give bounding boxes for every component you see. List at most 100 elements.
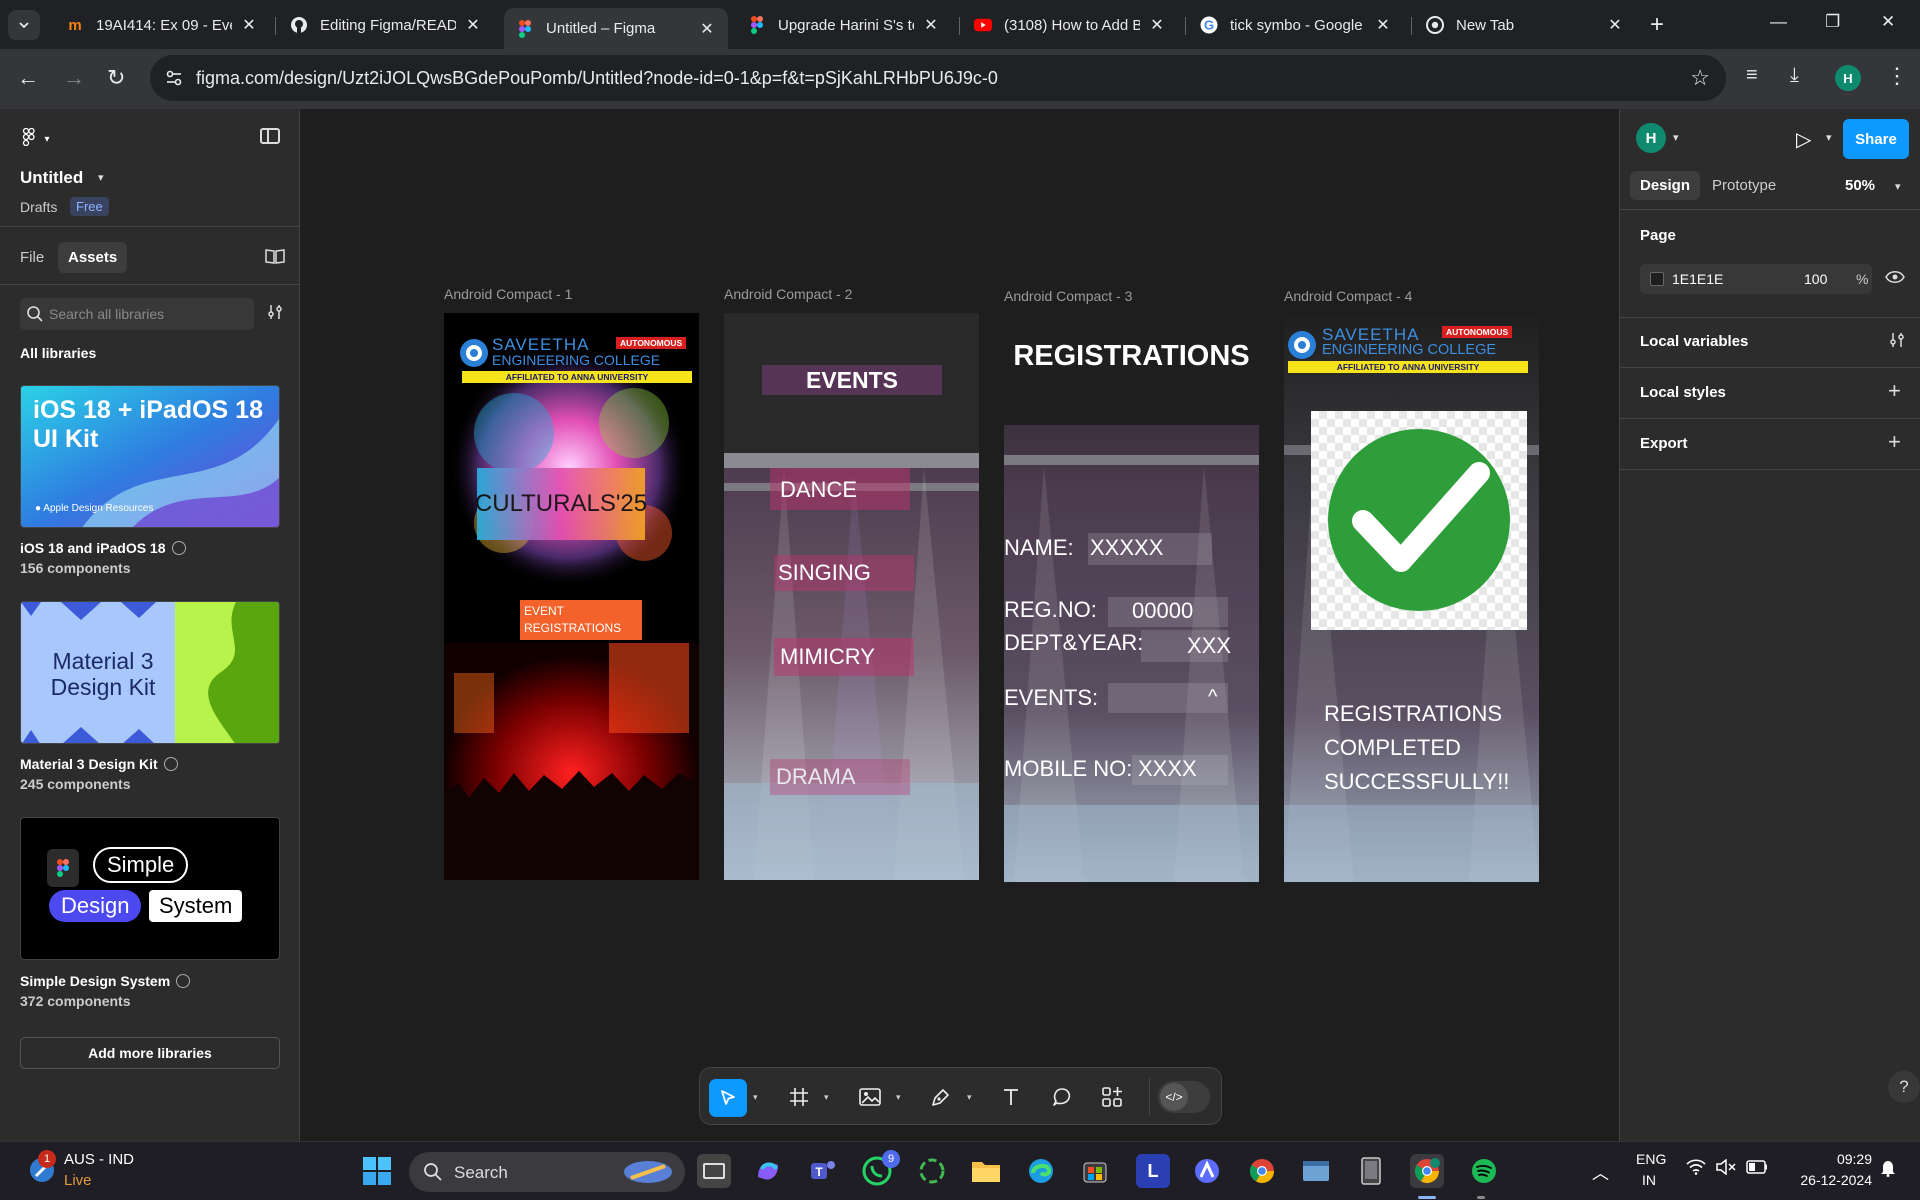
tab-file[interactable]: File [20, 249, 44, 266]
page-opacity[interactable]: 100 [1804, 271, 1827, 287]
wifi-icon[interactable] [1686, 1159, 1706, 1180]
battery-icon[interactable] [1746, 1159, 1768, 1179]
browser-tab[interactable]: m 19AI414: Ex 09 - Event ✕ [54, 8, 270, 42]
volume-muted-icon[interactable] [1716, 1158, 1736, 1180]
event-item-drama[interactable]: DRAMA [770, 759, 910, 795]
clock-date[interactable]: 26-12-2024 [1786, 1172, 1872, 1188]
local-styles-section[interactable]: Local styles [1640, 384, 1726, 401]
bookmark-star-icon[interactable]: ☆ [1690, 65, 1710, 91]
chevron-down-icon[interactable]: ▾ [967, 1092, 972, 1103]
frame-label[interactable]: Android Compact - 1 [444, 286, 572, 302]
export-section[interactable]: Export [1640, 435, 1688, 452]
notification-bell-icon[interactable] [1880, 1159, 1896, 1182]
comment-tool-icon[interactable] [1047, 1080, 1077, 1114]
close-icon[interactable]: ✕ [698, 19, 716, 39]
spotify-icon[interactable] [1467, 1154, 1501, 1188]
close-icon[interactable]: ✕ [1148, 15, 1166, 35]
share-button[interactable]: Share [1843, 119, 1909, 159]
variables-settings-icon[interactable] [1888, 331, 1906, 354]
library-name[interactable]: Material 3 Design Kit [20, 756, 178, 772]
region-indicator[interactable]: IN [1642, 1172, 1656, 1188]
text-tool-icon[interactable] [996, 1080, 1026, 1114]
new-tab-icon[interactable]: + [1650, 12, 1664, 38]
browser-tab[interactable]: New Tab ✕ [1414, 8, 1636, 42]
mobile-field[interactable]: XXXX [1132, 755, 1228, 785]
store-icon[interactable] [1078, 1154, 1112, 1188]
add-style-plus-icon[interactable]: + [1888, 380, 1901, 402]
library-thumbnail-simple[interactable]: Simple Design System [20, 817, 280, 960]
terminal-app-icon[interactable] [1299, 1154, 1333, 1188]
user-avatar[interactable]: H [1636, 123, 1666, 153]
chevron-down-icon[interactable]: ▾ [896, 1092, 901, 1103]
l-app-icon[interactable]: L [1136, 1154, 1170, 1188]
taskbar-search-box[interactable]: Search [409, 1152, 685, 1192]
close-icon[interactable]: ✕ [1606, 15, 1624, 35]
edge-icon[interactable] [1024, 1154, 1058, 1188]
browser-tab[interactable]: G tick symbo - Google ✕ [1188, 8, 1404, 42]
minimize-icon[interactable]: — [1770, 12, 1787, 32]
clock-time[interactable]: 09:29 [1800, 1151, 1872, 1167]
toggle-panel-icon[interactable] [260, 128, 280, 144]
chrome-icon[interactable] [1245, 1154, 1279, 1188]
close-icon[interactable]: ✕ [464, 15, 482, 35]
name-field[interactable]: XXXXX [1088, 533, 1212, 565]
events-dropdown[interactable]: ^ [1108, 683, 1228, 713]
browser-tab[interactable]: Upgrade Harini S's team ✕ [736, 8, 952, 42]
move-tool-button[interactable] [709, 1079, 747, 1117]
language-indicator[interactable]: ENG [1636, 1151, 1666, 1167]
filter-icon[interactable] [266, 303, 284, 326]
close-icon[interactable]: ✕ [1374, 15, 1392, 35]
figma-canvas[interactable]: Android Compact - 1 SAVEETHA ENGINEERING… [301, 109, 1619, 1141]
windows-start-icon[interactable] [360, 1154, 394, 1188]
restore-icon[interactable]: ❐ [1825, 12, 1840, 32]
chevron-down-icon[interactable]: ▾ [1826, 131, 1832, 144]
local-variables-section[interactable]: Local variables [1640, 333, 1748, 350]
page-color-field[interactable]: 1E1E1E 100 % [1640, 264, 1872, 294]
close-icon[interactable]: ✕ [922, 15, 940, 35]
library-thumbnail-ios[interactable]: iOS 18 + iPadOS 18 UI Kit ● Apple Design… [20, 385, 280, 528]
more-menu-icon[interactable]: ⋮ [1886, 63, 1908, 89]
file-title[interactable]: Untitled [20, 168, 83, 188]
event-item-dance[interactable]: DANCE [770, 468, 910, 510]
figma-main-menu[interactable]: ▾ [22, 127, 49, 151]
chevron-down-icon[interactable]: ▾ [1673, 131, 1679, 144]
copilot-icon[interactable] [751, 1154, 785, 1188]
browser-tab[interactable]: Editing Figma/README ✕ [278, 8, 494, 42]
library-search-input[interactable]: Search all libraries [20, 298, 254, 330]
chevron-down-icon[interactable]: ▾ [1895, 180, 1901, 193]
tab-prototype[interactable]: Prototype [1712, 177, 1776, 194]
event-registrations-button[interactable]: EVENT REGISTRATIONS [520, 600, 642, 640]
address-bar[interactable]: figma.com/design/Uzt2iJOLQwsBGdePouPomb/… [150, 55, 1726, 101]
zoom-level[interactable]: 50% [1845, 177, 1875, 194]
tab-search-button[interactable] [8, 10, 40, 40]
chevron-down-icon[interactable]: ▾ [753, 1092, 758, 1103]
browser-tab-active[interactable]: Untitled – Figma ✕ [504, 8, 728, 49]
frame-android-compact-1[interactable]: SAVEETHA ENGINEERING COLLEGE AUTONOMOUS … [444, 313, 699, 880]
chevron-down-icon[interactable]: ▾ [98, 171, 104, 184]
add-more-libraries-button[interactable]: Add more libraries [20, 1037, 280, 1069]
actions-tool-icon[interactable] [1097, 1080, 1127, 1114]
chevron-up-icon[interactable]: ︿ [1592, 1159, 1609, 1184]
image-tool-icon[interactable] [855, 1080, 885, 1114]
site-settings-icon[interactable] [164, 68, 184, 88]
help-button[interactable]: ? [1888, 1071, 1920, 1103]
frame-android-compact-2[interactable]: EVENTS DANCE SINGING MIMICRY DRAMA [724, 313, 979, 880]
regno-field[interactable]: 00000 [1108, 597, 1228, 627]
frame-label[interactable]: Android Compact - 4 [1284, 288, 1412, 304]
chrome-profile-icon[interactable] [1410, 1154, 1444, 1188]
chevron-down-icon[interactable]: ▾ [824, 1092, 829, 1103]
present-play-icon[interactable]: ▷ [1796, 127, 1811, 152]
library-thumbnail-material[interactable]: Material 3 Design Kit [20, 601, 280, 744]
tab-design[interactable]: Design [1630, 171, 1701, 200]
event-item-mimicry[interactable]: MIMICRY [774, 638, 914, 676]
task-view-icon[interactable] [697, 1154, 731, 1188]
pen-tool-icon[interactable] [926, 1080, 956, 1114]
back-icon[interactable]: ← [17, 66, 39, 90]
media-controls-icon[interactable]: ≡ [1746, 64, 1758, 87]
reload-icon[interactable]: ↻ [107, 66, 125, 90]
visibility-eye-icon[interactable] [1885, 270, 1905, 289]
library-book-icon[interactable] [265, 248, 285, 269]
teams-icon[interactable]: T [806, 1154, 840, 1188]
profile-avatar[interactable]: H [1835, 65, 1861, 91]
forward-icon[interactable]: → [63, 66, 85, 90]
